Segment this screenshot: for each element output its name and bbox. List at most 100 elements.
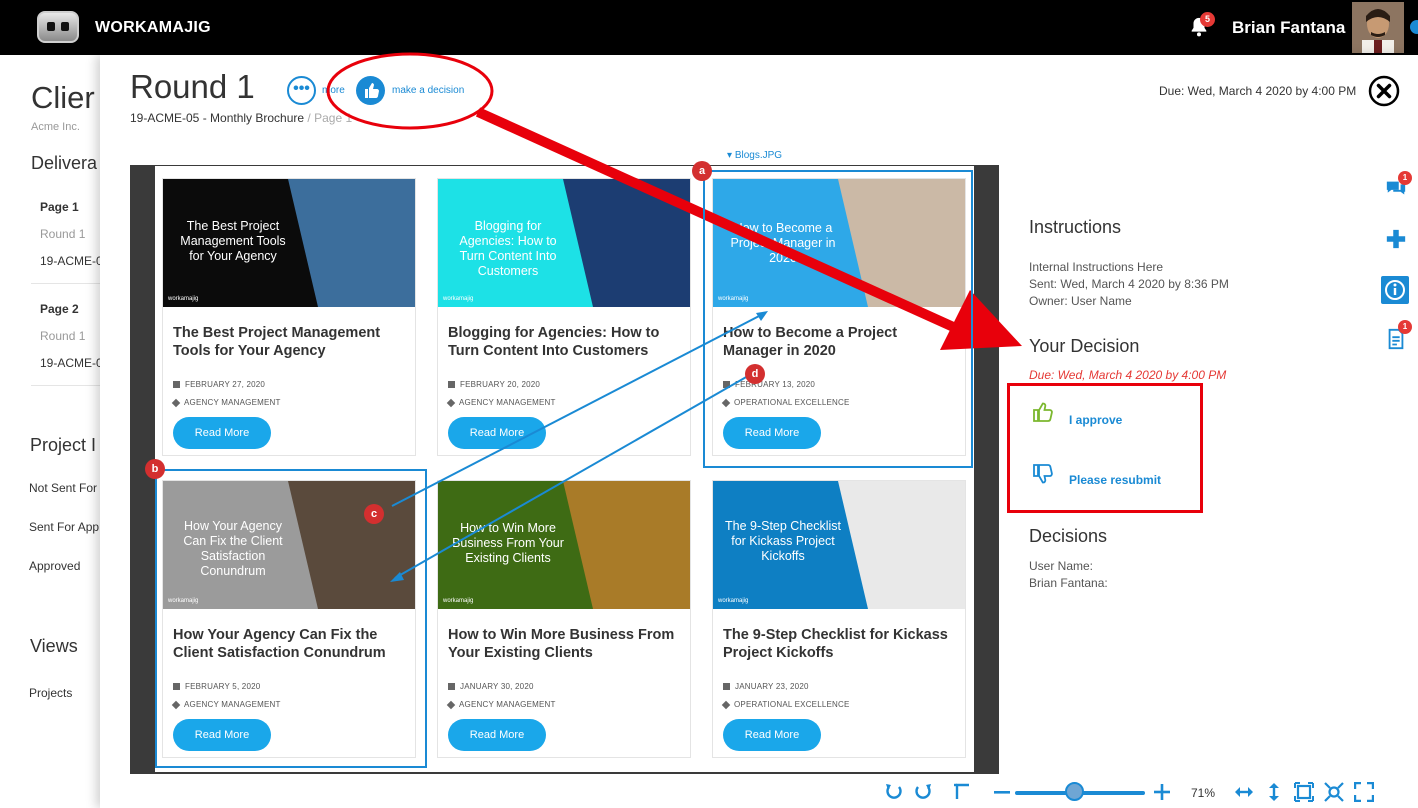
status-item[interactable]: Sent For App [29, 520, 99, 534]
deliverable-page-name[interactable]: Page 1 [40, 200, 79, 214]
file-selector[interactable]: ▾ Blogs.JPG [727, 150, 782, 161]
read-more-button[interactable]: Read More [448, 417, 546, 449]
markup-region-b[interactable] [155, 469, 427, 768]
status-item[interactable]: Approved [29, 559, 80, 573]
fit-page-icon[interactable] [1294, 782, 1314, 802]
breadcrumb-separator: / [304, 111, 315, 125]
blog-card-category[interactable]: AGENCY MANAGEMENT [446, 398, 556, 408]
calendar-icon [448, 381, 455, 388]
read-more-button[interactable]: Read More [723, 719, 821, 751]
blog-card-category[interactable]: AGENCY MANAGEMENT [446, 700, 556, 710]
read-more-button[interactable]: Read More [173, 417, 271, 449]
breadcrumb-project[interactable]: 19-ACME-05 - Monthly Brochure [130, 111, 304, 125]
actual-size-icon[interactable] [1324, 782, 1344, 802]
blog-card-title[interactable]: Blogging for Agencies: How to Turn Conte… [448, 324, 684, 360]
decisions-heading: Decisions [1029, 526, 1108, 546]
deliverable-code: 19-ACME-0 [40, 356, 103, 370]
approve-option[interactable]: I approve [1069, 413, 1122, 427]
instructions-text: Internal Instructions Here [1029, 260, 1164, 274]
tag-icon [446, 398, 456, 408]
thumbs-down-icon[interactable] [1031, 462, 1055, 486]
round-title: Round 1 [130, 68, 255, 105]
view-item-projects[interactable]: Projects [29, 686, 72, 700]
markup-pin-c[interactable]: c [364, 504, 384, 524]
divider [31, 283, 101, 284]
deliverable-code: 19-ACME-0 [40, 254, 103, 268]
user-name[interactable]: Brian Fantana [1232, 18, 1345, 38]
notification-count-badge: 5 [1200, 12, 1215, 27]
thumbnail-title: How to Win More Business From Your Exist… [452, 521, 564, 565]
deliverable-round: Round 1 [40, 227, 86, 241]
calendar-icon [448, 683, 455, 690]
crop-icon[interactable] [953, 781, 973, 801]
tag-icon [446, 700, 456, 710]
thumbnail-watermark: workamajig [718, 598, 749, 604]
markup-pin-d[interactable]: d [745, 364, 765, 384]
tag-icon [171, 398, 181, 408]
instructions-owner: Owner: User Name [1029, 294, 1132, 308]
blog-thumbnail[interactable]: The 9-Step Checklist for Kickass Project… [713, 481, 965, 609]
make-decision-label[interactable]: make a decision [392, 85, 464, 96]
client-name[interactable]: Acme Inc. [31, 121, 80, 133]
due-date: Due: Wed, March 4 2020 by 4:00 PM [1159, 84, 1357, 98]
markup-pin-a[interactable]: a [692, 161, 712, 181]
divider [31, 385, 101, 386]
zoom-level: 71% [1191, 786, 1216, 800]
zoom-out-icon[interactable] [992, 784, 1012, 800]
deliverable-page-name[interactable]: Page 2 [40, 302, 79, 316]
more-label[interactable]: more [322, 85, 345, 96]
blog-card-title[interactable]: How to Win More Business From Your Exist… [448, 626, 684, 662]
fullscreen-icon[interactable] [1354, 782, 1374, 802]
avatar[interactable] [1352, 2, 1404, 53]
info-icon[interactable] [1381, 276, 1409, 304]
blog-card: How to Win More Business From Your Exist… [437, 480, 691, 758]
views-heading: Views [30, 636, 78, 656]
blog-card-date: FEBRUARY 27, 2020 [173, 380, 265, 389]
status-item[interactable]: Not Sent For [29, 481, 97, 495]
thumbs-up-icon[interactable] [1031, 400, 1055, 424]
fit-height-icon[interactable] [1264, 782, 1284, 802]
brand-name[interactable]: WORKAMAJIG [95, 19, 211, 37]
blog-thumbnail[interactable]: The Best Project Management Tools for Yo… [163, 179, 415, 307]
decision-entry: User Name: [1029, 559, 1094, 573]
markup-pin-b[interactable]: b [145, 459, 165, 479]
thumbnail-watermark: workamajig [168, 296, 199, 302]
markup-region-a[interactable] [703, 170, 973, 468]
your-decision-heading: Your Decision [1029, 336, 1140, 356]
blog-card-category[interactable]: AGENCY MANAGEMENT [171, 398, 281, 408]
read-more-button[interactable]: Read More [448, 719, 546, 751]
blog-thumbnail[interactable]: How to Win More Business From Your Exist… [438, 481, 690, 609]
fit-width-icon[interactable] [1234, 782, 1254, 802]
thumbnail-watermark: workamajig [443, 598, 474, 604]
instructions-sent: Sent: Wed, March 4 2020 by 8:36 PM [1029, 277, 1229, 291]
page-title: Clier [31, 80, 95, 115]
comments-count-badge: 1 [1398, 171, 1412, 185]
blog-card-title[interactable]: The Best Project Management Tools for Yo… [173, 324, 409, 360]
resubmit-option[interactable]: Please resubmit [1069, 473, 1161, 487]
close-icon[interactable] [1368, 75, 1400, 107]
rotate-right-icon[interactable] [913, 781, 933, 801]
zoom-slider-thumb[interactable] [1064, 782, 1084, 801]
deliverables-heading: Delivera [31, 153, 98, 173]
zoom-in-icon[interactable] [1152, 782, 1172, 802]
plus-icon[interactable] [1385, 228, 1407, 250]
tag-icon [721, 700, 731, 710]
breadcrumb: 19-ACME-05 - Monthly Brochure / Page 1 [130, 111, 352, 125]
blog-card: The Best Project Management Tools for Yo… [162, 178, 416, 456]
file-name: Blogs.JPG [734, 150, 783, 161]
rotate-left-icon[interactable] [884, 781, 904, 801]
blog-card-date: FEBRUARY 20, 2020 [448, 380, 540, 389]
deliverable-round: Round 1 [40, 329, 86, 343]
files-count-badge: 1 [1398, 320, 1412, 334]
workamajig-logo-icon[interactable] [37, 11, 79, 43]
calendar-icon [723, 683, 730, 690]
blog-card-category[interactable]: OPERATIONAL EXCELLENCE [721, 700, 850, 710]
blog-card: The 9-Step Checklist for Kickass Project… [712, 480, 966, 758]
thumbnail-title: The Best Project Management Tools for Yo… [180, 219, 286, 263]
make-decision-button[interactable] [356, 76, 385, 105]
blog-card: Blogging for Agencies: How to Turn Conte… [437, 178, 691, 456]
blog-thumbnail[interactable]: Blogging for Agencies: How to Turn Conte… [438, 179, 690, 307]
more-button[interactable]: ••• [287, 76, 316, 105]
breadcrumb-page: Page 1 [314, 111, 353, 125]
blog-card-title[interactable]: The 9-Step Checklist for Kickass Project… [723, 626, 959, 662]
